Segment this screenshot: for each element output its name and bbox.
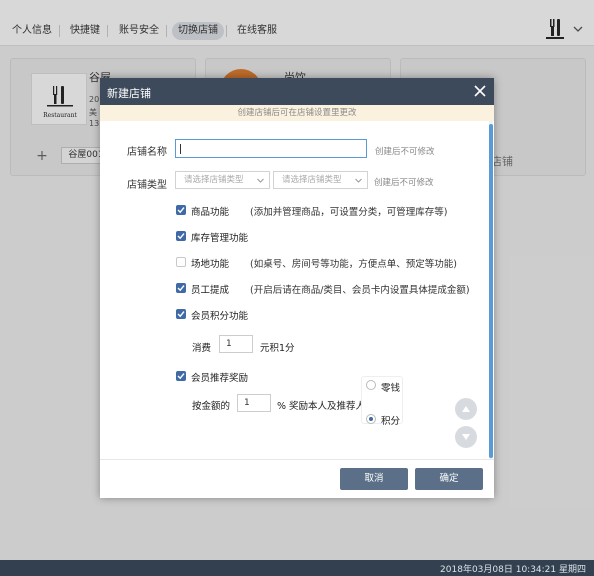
cancel-button[interactable]: 取消 bbox=[340, 468, 408, 490]
status-bar: 2018年03月08日 10:34:21 星期四 bbox=[0, 560, 594, 576]
store-type-select-1[interactable]: 请选择店铺类型 bbox=[175, 171, 270, 189]
referral-prefix: 按金额的 bbox=[192, 401, 231, 412]
chevron-up-icon bbox=[462, 406, 470, 412]
chevron-down-icon bbox=[257, 178, 264, 183]
product-feature-desc: (添加并管理商品，可设置分类，可管理库存等) bbox=[250, 207, 448, 218]
new-store-dialog: 新建店铺 创建店铺后可在店铺设置里更改 店铺名称 创建后不可修改 店铺类型 请选… bbox=[100, 78, 494, 498]
staff-commission-label: 员工提成 bbox=[191, 285, 230, 296]
select-placeholder: 请选择店铺类型 bbox=[184, 175, 244, 185]
chevron-down-icon bbox=[462, 434, 470, 440]
radio-change[interactable] bbox=[366, 380, 376, 390]
staff-commission-checkbox[interactable] bbox=[176, 283, 186, 293]
member-points-label: 会员积分功能 bbox=[191, 311, 249, 322]
status-datetime: 2018年03月08日 10:34:21 星期四 bbox=[440, 565, 586, 575]
scroll-down-button[interactable] bbox=[455, 426, 477, 448]
radio-points-label: 积分 bbox=[381, 416, 401, 427]
inventory-feature-checkbox[interactable] bbox=[176, 231, 186, 241]
select-placeholder: 请选择店铺类型 bbox=[282, 175, 342, 185]
inventory-feature-label: 库存管理功能 bbox=[191, 233, 249, 244]
venue-feature-desc: (如桌号、房间号等功能，方便点单、预定等功能) bbox=[250, 259, 457, 270]
scrollbar-thumb[interactable] bbox=[489, 124, 493, 458]
referral-suffix: % 奖励本人及推荐人- bbox=[277, 401, 369, 412]
member-points-checkbox[interactable] bbox=[176, 309, 186, 319]
staff-commission-desc: (开启后请在商品/类目、会员卡内设置具体提成金额) bbox=[250, 285, 470, 296]
store-type-label: 店铺类型 bbox=[127, 180, 167, 191]
points-rate-input[interactable]: 1 bbox=[219, 335, 253, 353]
member-referral-checkbox[interactable] bbox=[176, 371, 186, 381]
store-name-label: 店铺名称 bbox=[127, 147, 167, 158]
product-feature-label: 商品功能 bbox=[191, 207, 230, 218]
radio-points[interactable] bbox=[366, 414, 376, 424]
store-type-select-2[interactable]: 请选择店铺类型 bbox=[273, 171, 368, 189]
scroll-up-button[interactable] bbox=[455, 398, 477, 420]
store-type-hint: 创建后不可修改 bbox=[374, 178, 434, 188]
product-feature-checkbox[interactable] bbox=[176, 205, 186, 215]
text-caret bbox=[180, 144, 181, 154]
points-suffix: 元积1分 bbox=[260, 343, 295, 354]
store-name-input[interactable] bbox=[175, 139, 367, 158]
venue-feature-checkbox[interactable] bbox=[176, 257, 186, 267]
points-prefix: 消费 bbox=[192, 343, 212, 354]
chevron-down-icon bbox=[355, 178, 362, 183]
venue-feature-label: 场地功能 bbox=[191, 259, 230, 270]
dialog-title: 新建店铺 bbox=[107, 87, 151, 100]
confirm-button[interactable]: 确定 bbox=[415, 468, 483, 490]
dialog-notice: 创建店铺后可在店铺设置里更改 bbox=[100, 105, 494, 121]
footer-divider bbox=[100, 459, 494, 460]
store-name-hint: 创建后不可修改 bbox=[375, 147, 435, 157]
dialog-header: 新建店铺 bbox=[100, 78, 494, 105]
member-referral-label: 会员推荐奖励 bbox=[191, 373, 249, 384]
referral-percent-input[interactable]: 1 bbox=[237, 394, 271, 412]
radio-change-label: 零钱 bbox=[381, 383, 401, 394]
close-icon[interactable] bbox=[472, 83, 488, 99]
